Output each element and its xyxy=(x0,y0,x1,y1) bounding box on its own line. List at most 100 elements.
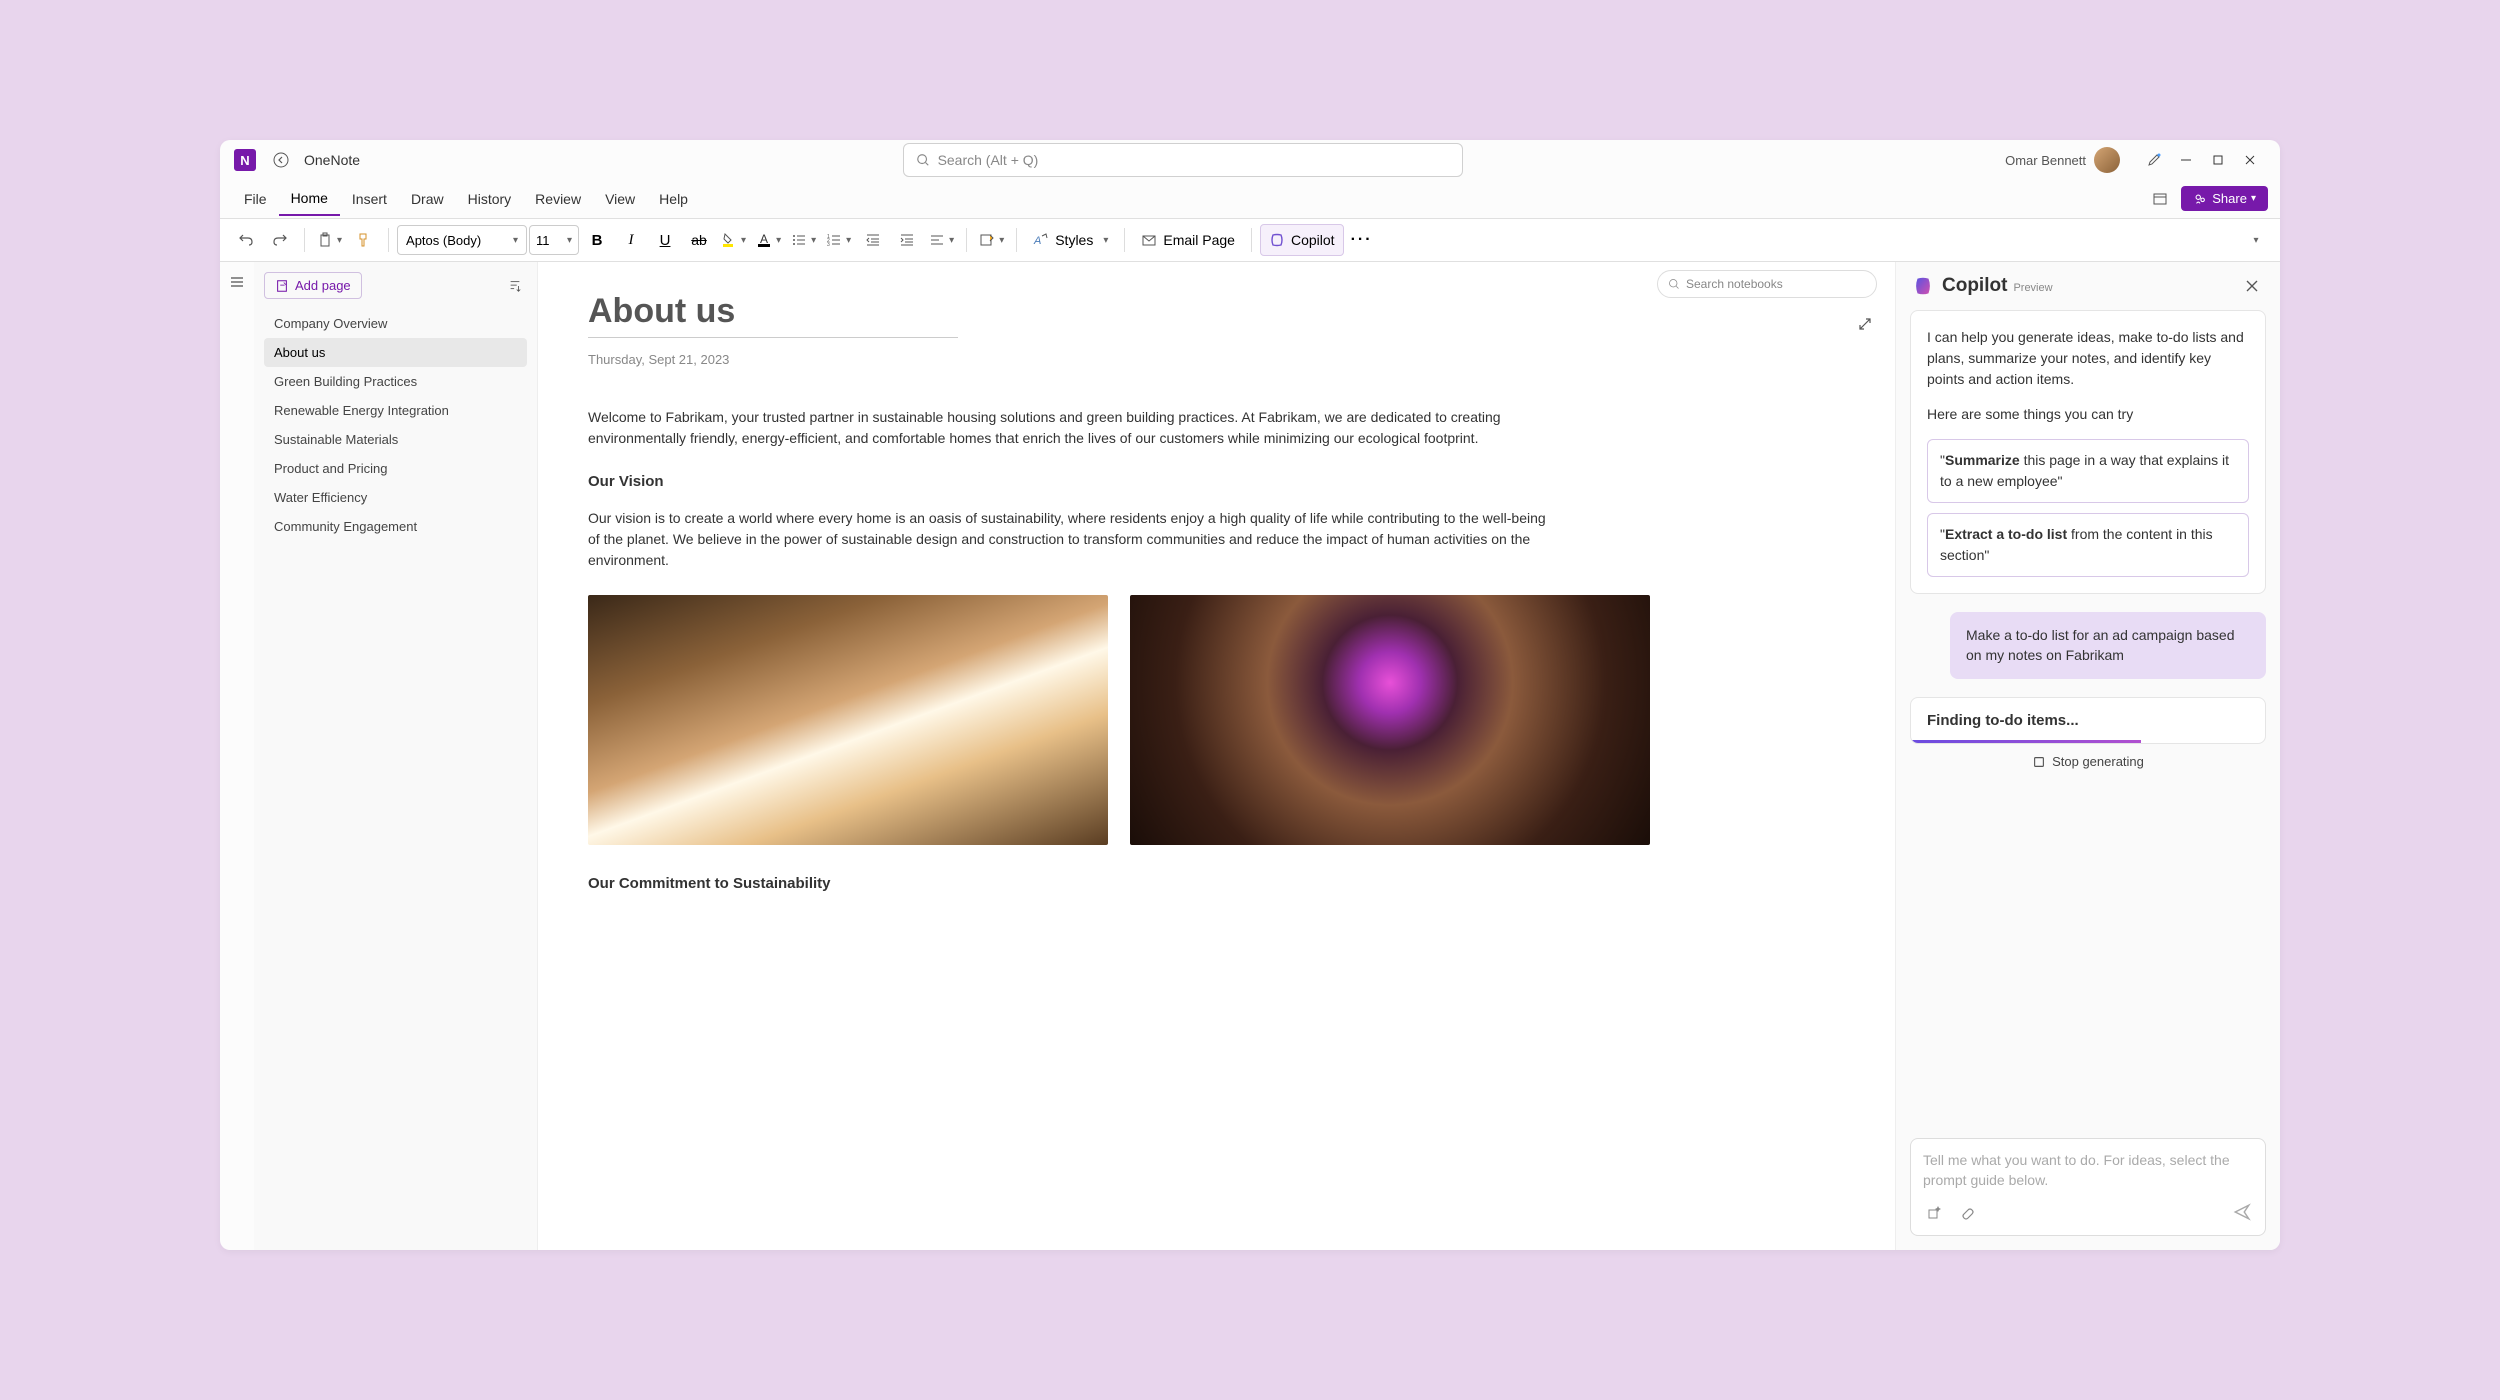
menu-home[interactable]: Home xyxy=(279,182,340,216)
size-selector[interactable]: 11▾ xyxy=(529,225,579,255)
page-sidebar: Add page Company Overview About us Green… xyxy=(254,262,538,1250)
underline-button[interactable]: U xyxy=(649,224,681,256)
menu-help[interactable]: Help xyxy=(647,183,700,215)
highlight-icon xyxy=(721,232,737,248)
nav-toggle-column xyxy=(220,262,254,1250)
copilot-input-box[interactable]: Tell me what you want to do. For ideas, … xyxy=(1910,1138,2266,1236)
sidebar-item-water-efficiency[interactable]: Water Efficiency xyxy=(264,483,527,512)
clipboard-icon xyxy=(317,232,333,248)
copilot-close-button[interactable] xyxy=(2240,274,2264,298)
menu-draw[interactable]: Draw xyxy=(399,183,456,215)
commitment-heading[interactable]: Our Commitment to Sustainability xyxy=(588,875,1845,892)
minimize-button[interactable] xyxy=(2170,144,2202,176)
global-search[interactable]: Search (Alt + Q) xyxy=(903,143,1463,177)
italic-button[interactable]: I xyxy=(615,224,647,256)
sidebar-item-renewable-energy[interactable]: Renewable Energy Integration xyxy=(264,396,527,425)
sidebar-item-about-us[interactable]: About us xyxy=(264,338,527,367)
email-icon xyxy=(1141,232,1157,248)
copilot-ribbon-button[interactable]: Copilot xyxy=(1260,224,1344,256)
page-content[interactable]: Search notebooks About us Thursday, Sept… xyxy=(538,262,1895,1250)
sort-button[interactable] xyxy=(503,274,527,298)
highlight-button[interactable]: ▾ xyxy=(717,224,750,256)
bold-icon: B xyxy=(592,232,603,249)
menu-review[interactable]: Review xyxy=(523,183,593,215)
menu-history[interactable]: History xyxy=(456,183,524,215)
menu-insert[interactable]: Insert xyxy=(340,183,399,215)
sidebar-item-community-engagement[interactable]: Community Engagement xyxy=(264,512,527,541)
content-image-2[interactable] xyxy=(1130,595,1650,845)
app-name: OneNote xyxy=(304,152,360,168)
send-icon xyxy=(2233,1203,2251,1221)
email-page-button[interactable]: Email Page xyxy=(1133,224,1243,256)
font-color-button[interactable]: A▾ xyxy=(752,224,785,256)
menu-file[interactable]: File xyxy=(232,183,279,215)
vision-paragraph[interactable]: Our vision is to create a world where ev… xyxy=(588,508,1548,571)
menu-view[interactable]: View xyxy=(593,183,647,215)
copilot-status-card: Finding to-do items... xyxy=(1910,697,2266,744)
bullet-list-icon xyxy=(791,232,807,248)
notebook-search[interactable]: Search notebooks xyxy=(1657,270,1877,298)
add-page-row: Add page xyxy=(264,272,527,299)
intro-paragraph[interactable]: Welcome to Fabrikam, your trusted partne… xyxy=(588,407,1548,449)
number-list-button[interactable]: 123▾ xyxy=(822,224,855,256)
bullet-list-button[interactable]: ▾ xyxy=(787,224,820,256)
copilot-preview-badge: Preview xyxy=(2013,282,2052,294)
bold-button[interactable]: B xyxy=(581,224,613,256)
redo-button[interactable] xyxy=(264,224,296,256)
vision-heading[interactable]: Our Vision xyxy=(588,473,1845,490)
chevron-down-icon: ▾ xyxy=(811,235,816,246)
titlebar: N OneNote Search (Alt + Q) Omar Bennett xyxy=(220,140,2280,180)
copilot-suggestion-extract[interactable]: "Extract a to-do list from the content i… xyxy=(1927,513,2249,577)
chevron-down-icon: ▾ xyxy=(776,235,781,246)
user-avatar[interactable] xyxy=(2094,147,2120,173)
pen-button[interactable] xyxy=(2138,144,2170,176)
undo-button[interactable] xyxy=(230,224,262,256)
sidebar-item-sustainable-materials[interactable]: Sustainable Materials xyxy=(264,425,527,454)
expand-page-button[interactable] xyxy=(1853,312,1877,336)
tag-button[interactable]: ▾ xyxy=(975,224,1008,256)
chevron-down-icon: ▾ xyxy=(1103,235,1108,246)
font-selector[interactable]: Aptos (Body)▾ xyxy=(397,225,527,255)
indent-icon xyxy=(899,232,915,248)
page-title[interactable]: About us xyxy=(588,292,1845,331)
stop-generating-button[interactable]: Stop generating xyxy=(1910,744,2266,779)
sidebar-item-company-overview[interactable]: Company Overview xyxy=(264,309,527,338)
menubar: File Home Insert Draw History Review Vie… xyxy=(220,180,2280,218)
copilot-intro-text: I can help you generate ideas, make to-d… xyxy=(1927,327,2249,390)
outdent-button[interactable] xyxy=(857,224,889,256)
ribbon-expand-button[interactable]: ▾ xyxy=(2238,224,2270,256)
indent-button[interactable] xyxy=(891,224,923,256)
sidebar-item-product-pricing[interactable]: Product and Pricing xyxy=(264,454,527,483)
add-page-button[interactable]: Add page xyxy=(264,272,362,299)
paste-button[interactable]: ▾ xyxy=(313,224,346,256)
align-button[interactable]: ▾ xyxy=(925,224,958,256)
content-image-1[interactable] xyxy=(588,595,1108,845)
copilot-try-text: Here are some things you can try xyxy=(1927,404,2249,425)
pen-icon xyxy=(2146,152,2162,168)
more-button[interactable]: ··· xyxy=(1346,224,1378,256)
prompt-guide-button[interactable] xyxy=(1923,1201,1945,1223)
format-painter-button[interactable] xyxy=(348,224,380,256)
close-button[interactable] xyxy=(2234,144,2266,176)
attach-button[interactable] xyxy=(1955,1201,1977,1223)
send-button[interactable] xyxy=(2231,1201,2253,1223)
number-list-icon: 123 xyxy=(826,232,842,248)
nav-toggle-button[interactable] xyxy=(225,270,249,294)
chevron-down-icon: ▾ xyxy=(2253,235,2258,246)
align-icon xyxy=(929,232,945,248)
strikethrough-button[interactable]: ab xyxy=(683,224,715,256)
ribbon: ▾ Aptos (Body)▾ 11▾ B I U ab ▾ A▾ ▾ 123▾… xyxy=(220,218,2280,262)
fullscreen-button[interactable] xyxy=(2145,184,2175,214)
close-icon xyxy=(2244,154,2256,166)
sidebar-item-green-building[interactable]: Green Building Practices xyxy=(264,367,527,396)
ellipsis-icon: ··· xyxy=(1351,231,1373,249)
styles-button[interactable]: A Styles▾ xyxy=(1025,224,1116,256)
fullscreen-icon xyxy=(2152,191,2168,207)
maximize-button[interactable] xyxy=(2202,144,2234,176)
share-button[interactable]: Share ▾ xyxy=(2181,186,2268,211)
copilot-panel: Copilot Preview I can help you generate … xyxy=(1895,262,2280,1250)
outdent-icon xyxy=(865,232,881,248)
copilot-suggestion-summarize[interactable]: "Summarize this page in a way that expla… xyxy=(1927,439,2249,503)
back-button[interactable] xyxy=(268,147,294,173)
italic-icon: I xyxy=(629,232,634,249)
